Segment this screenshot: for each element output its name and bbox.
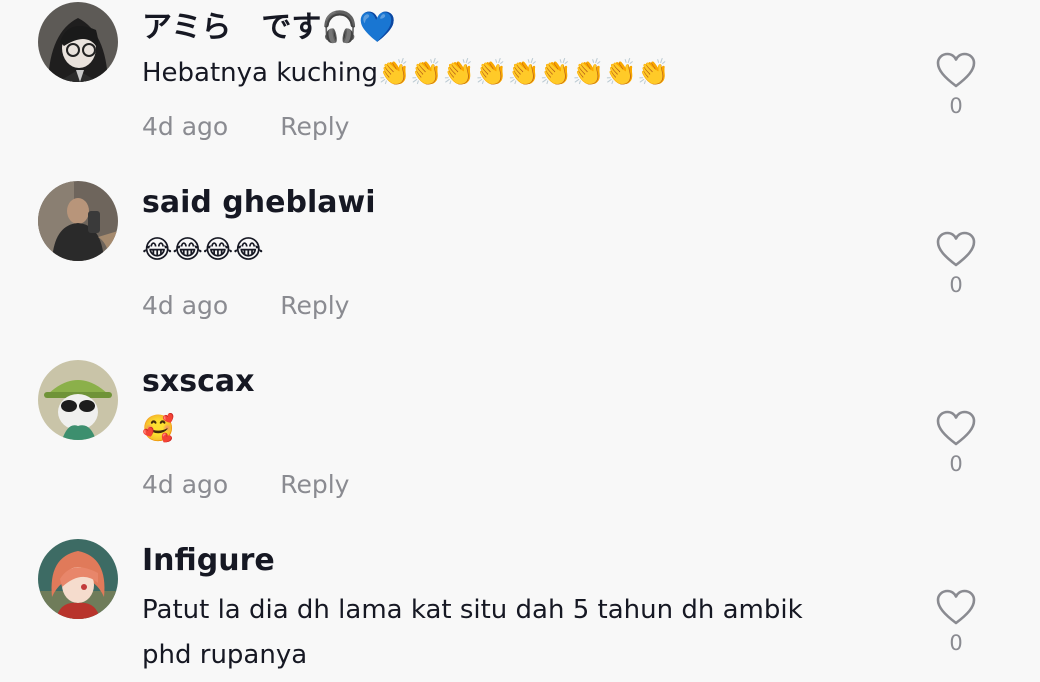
timestamp: 4d ago — [142, 112, 229, 141]
reply-button[interactable]: Reply — [280, 112, 349, 141]
like-group: 0 — [934, 229, 978, 297]
timestamp: 4d ago — [142, 470, 229, 499]
green-hat-sunglasses-avatar — [38, 360, 118, 440]
comment-list: アミら です🎧💙 Hebatnya kuching👏👏👏👏👏👏👏👏👏 4d ag… — [0, 0, 1040, 682]
comment-text: Patut la dia dh lama kat situ dah 5 tahu… — [142, 595, 803, 625]
like-count: 0 — [949, 452, 963, 476]
comment-meta: 4d ago Reply — [142, 112, 349, 141]
avatar[interactable] — [38, 2, 118, 82]
reply-button[interactable]: Reply — [280, 470, 349, 499]
heart-icon[interactable] — [934, 50, 978, 90]
heart-icon[interactable] — [934, 229, 978, 269]
comment-meta: 4d ago Reply — [142, 470, 349, 499]
anime-girl-glasses-avatar — [38, 2, 118, 82]
like-count: 0 — [949, 631, 963, 655]
comment-meta: 4d ago Reply — [142, 291, 349, 320]
like-group: 0 — [934, 408, 978, 476]
avatar[interactable] — [38, 181, 118, 261]
red-hair-anime-avatar — [38, 539, 118, 619]
heart-icon[interactable] — [934, 408, 978, 448]
username[interactable]: said gheblawi — [142, 185, 375, 220]
comment-text: phd rupanya — [142, 640, 308, 670]
username[interactable]: Infigure — [142, 543, 275, 578]
timestamp: 4d ago — [142, 291, 229, 320]
like-count: 0 — [949, 94, 963, 118]
like-count: 0 — [949, 273, 963, 297]
comment-text: 😂😂😂😂 — [142, 235, 264, 265]
comment-text: 🥰 — [142, 414, 175, 444]
like-group: 0 — [934, 50, 978, 118]
username[interactable]: アミら です🎧💙 — [142, 2, 396, 46]
like-group: 0 — [934, 587, 978, 655]
avatar[interactable] — [38, 539, 118, 619]
mirror-selfie-avatar — [38, 181, 118, 261]
comment-text: Hebatnya kuching👏👏👏👏👏👏👏👏👏 — [142, 58, 670, 88]
heart-icon[interactable] — [934, 587, 978, 627]
avatar[interactable] — [38, 360, 118, 440]
username[interactable]: sxscax — [142, 364, 254, 399]
reply-button[interactable]: Reply — [280, 291, 349, 320]
